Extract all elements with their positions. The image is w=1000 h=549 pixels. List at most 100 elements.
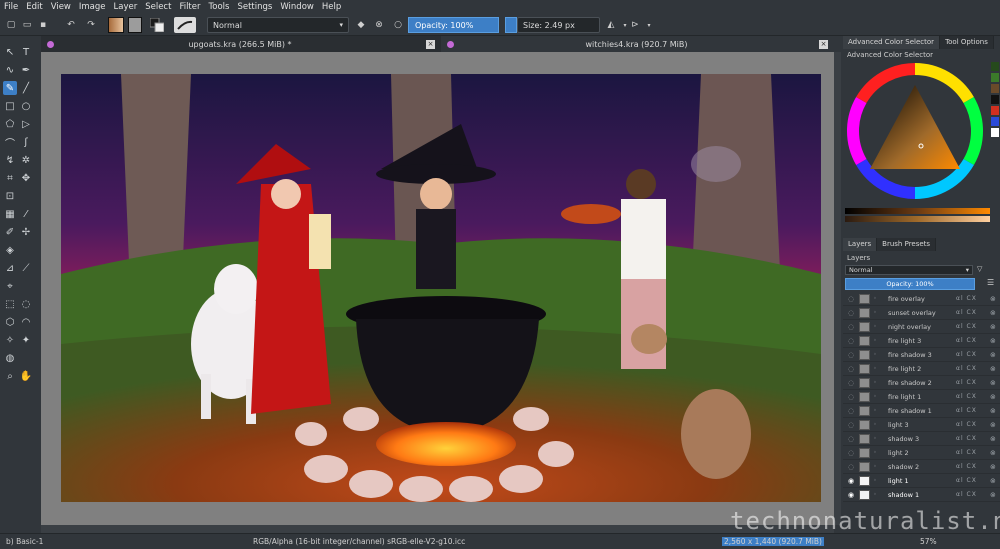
artwork-canvas[interactable]: [61, 74, 821, 502]
lock-icon[interactable]: ⊗: [990, 337, 1000, 345]
new-document-icon[interactable]: ▢: [4, 17, 18, 33]
fill-bucket-icon[interactable]: ◈: [3, 243, 17, 257]
lock-icon[interactable]: ⊗: [990, 379, 1000, 387]
horizontal-scrollbar[interactable]: [41, 525, 834, 533]
layer-flags[interactable]: αl CX: [956, 435, 990, 442]
eye-hidden-icon[interactable]: ◌: [845, 295, 857, 303]
layer-row[interactable]: ◉ ◦ shadow 1 αl CX ⊗: [843, 488, 1000, 502]
rect-select-icon[interactable]: ⬚: [3, 297, 17, 311]
lock-icon[interactable]: ⊗: [990, 421, 1000, 429]
rectangle-icon[interactable]: □: [3, 99, 17, 113]
layer-flags[interactable]: αl CX: [956, 449, 990, 456]
blend-mode-select[interactable]: Normal ▾: [207, 17, 349, 33]
lock-icon[interactable]: ⊗: [990, 309, 1000, 317]
color-history-swatch[interactable]: [991, 106, 999, 115]
eye-icon[interactable]: ◉: [845, 491, 857, 499]
menu-layer[interactable]: Layer: [114, 2, 138, 12]
wrap-icon[interactable]: ○: [391, 17, 405, 33]
layer-flags[interactable]: αl CX: [956, 421, 990, 428]
preserve-alpha-icon[interactable]: ⊗: [372, 17, 386, 33]
layer-row[interactable]: ◌ ◦ night overlay αl CX ⊗: [843, 320, 1000, 334]
vertical-scrollbar[interactable]: [834, 52, 841, 525]
eye-hidden-icon[interactable]: ◌: [845, 449, 857, 457]
eraser-mode-icon[interactable]: ◆: [354, 17, 368, 33]
freehand-select-icon[interactable]: ◠: [19, 315, 33, 329]
layer-flags[interactable]: αl CX: [956, 491, 990, 498]
close-icon[interactable]: ×: [819, 39, 828, 49]
chevron-down-icon[interactable]: ▾: [642, 17, 656, 33]
menu-settings[interactable]: Settings: [237, 2, 272, 12]
undo-icon[interactable]: ↶: [64, 17, 78, 33]
layer-row[interactable]: ◌ ◦ fire shadow 2 αl CX ⊗: [843, 376, 1000, 390]
lock-icon[interactable]: ⊗: [990, 477, 1000, 485]
layer-row[interactable]: ◌ ◦ shadow 2 αl CX ⊗: [843, 460, 1000, 474]
layer-row[interactable]: ◌ ◦ fire light 2 αl CX ⊗: [843, 362, 1000, 376]
magnetic-select-icon[interactable]: ◍: [3, 351, 17, 365]
select-icon[interactable]: ↖: [3, 45, 17, 59]
layer-flags[interactable]: αl CX: [956, 309, 990, 316]
menu-view[interactable]: View: [51, 2, 71, 12]
eye-hidden-icon[interactable]: ◌: [845, 351, 857, 359]
ellipse-icon[interactable]: ○: [19, 99, 33, 113]
fg-bg-color-icon[interactable]: [150, 17, 164, 33]
layer-flags[interactable]: αl CX: [956, 337, 990, 344]
pan-icon[interactable]: ✋: [19, 369, 33, 383]
color-history-swatch[interactable]: [991, 95, 999, 104]
layer-row[interactable]: ◉ ◦ light 1 αl CX ⊗: [843, 474, 1000, 488]
lock-icon[interactable]: ⊗: [990, 323, 1000, 331]
brush-icon[interactable]: ✎: [3, 81, 17, 95]
color-history-swatch[interactable]: [991, 128, 999, 137]
eye-hidden-icon[interactable]: ◌: [845, 309, 857, 317]
tab-upgoats[interactable]: upgoats.kra (266.5 MiB) * ×: [41, 36, 441, 52]
move-icon[interactable]: ✥: [19, 171, 33, 185]
color-history-swatch[interactable]: [991, 84, 999, 93]
layer-flags[interactable]: αl CX: [956, 379, 990, 386]
lock-icon[interactable]: ⊗: [990, 435, 1000, 443]
menu-tools[interactable]: Tools: [209, 2, 230, 12]
lock-icon[interactable]: ⊗: [990, 295, 1000, 303]
color-history-swatch[interactable]: [991, 117, 999, 126]
crop-icon[interactable]: ⌗: [3, 171, 17, 185]
layer-flags[interactable]: αl CX: [956, 477, 990, 484]
layer-row[interactable]: ◌ ◦ light 2 αl CX ⊗: [843, 446, 1000, 460]
contiguous-select-icon[interactable]: ✧: [3, 333, 17, 347]
similar-select-icon[interactable]: ✦: [19, 333, 33, 347]
multibrush-icon[interactable]: ✲: [19, 153, 33, 167]
eye-hidden-icon[interactable]: ◌: [845, 337, 857, 345]
opacity-slider[interactable]: Opacity: 100%: [408, 17, 499, 33]
tab-tool-options[interactable]: Tool Options: [940, 36, 994, 49]
freehand-icon[interactable]: ∿: [3, 63, 17, 77]
size-slider-fill[interactable]: [505, 17, 517, 33]
lock-icon[interactable]: ⊗: [990, 463, 1000, 471]
text-icon[interactable]: T: [19, 45, 33, 59]
mirror-horizontal-icon[interactable]: ◭: [604, 17, 618, 33]
gradient-swatch[interactable]: [108, 17, 124, 33]
dynamic-brush-icon[interactable]: ↯: [3, 153, 17, 167]
layer-flags[interactable]: αl CX: [956, 295, 990, 302]
lock-icon[interactable]: ⊗: [990, 491, 1000, 499]
layer-row[interactable]: ◌ ◦ fire overlay αl CX ⊗: [843, 292, 1000, 306]
mirror-vertical-icon[interactable]: ⊳: [628, 17, 642, 33]
canvas-area[interactable]: [41, 52, 834, 525]
layer-flags[interactable]: αl CX: [956, 323, 990, 330]
menu-file[interactable]: File: [4, 2, 18, 12]
freehand-path-icon[interactable]: ʃ: [19, 135, 33, 149]
layer-flags[interactable]: αl CX: [956, 365, 990, 372]
filter-icon[interactable]: ▽: [977, 265, 987, 275]
reference-icon[interactable]: ⌖: [3, 279, 17, 293]
tab-brush-presets[interactable]: Brush Presets: [877, 238, 937, 251]
close-icon[interactable]: ×: [426, 39, 435, 49]
fill-icon[interactable]: ✢: [19, 225, 33, 239]
eye-hidden-icon[interactable]: ◌: [845, 379, 857, 387]
assistant-icon[interactable]: ⊿: [3, 261, 17, 275]
lock-icon[interactable]: ⊗: [990, 449, 1000, 457]
eye-hidden-icon[interactable]: ◌: [845, 435, 857, 443]
layer-flags[interactable]: αl CX: [956, 463, 990, 470]
eye-hidden-icon[interactable]: ◌: [845, 407, 857, 415]
bezier-icon[interactable]: ⌒: [3, 135, 17, 150]
eye-hidden-icon[interactable]: ◌: [845, 365, 857, 373]
gradient-icon[interactable]: ▦: [3, 207, 17, 221]
pattern-swatch[interactable]: [128, 17, 142, 33]
transform-icon[interactable]: ⊡: [3, 189, 17, 203]
menu-filter[interactable]: Filter: [179, 2, 200, 12]
